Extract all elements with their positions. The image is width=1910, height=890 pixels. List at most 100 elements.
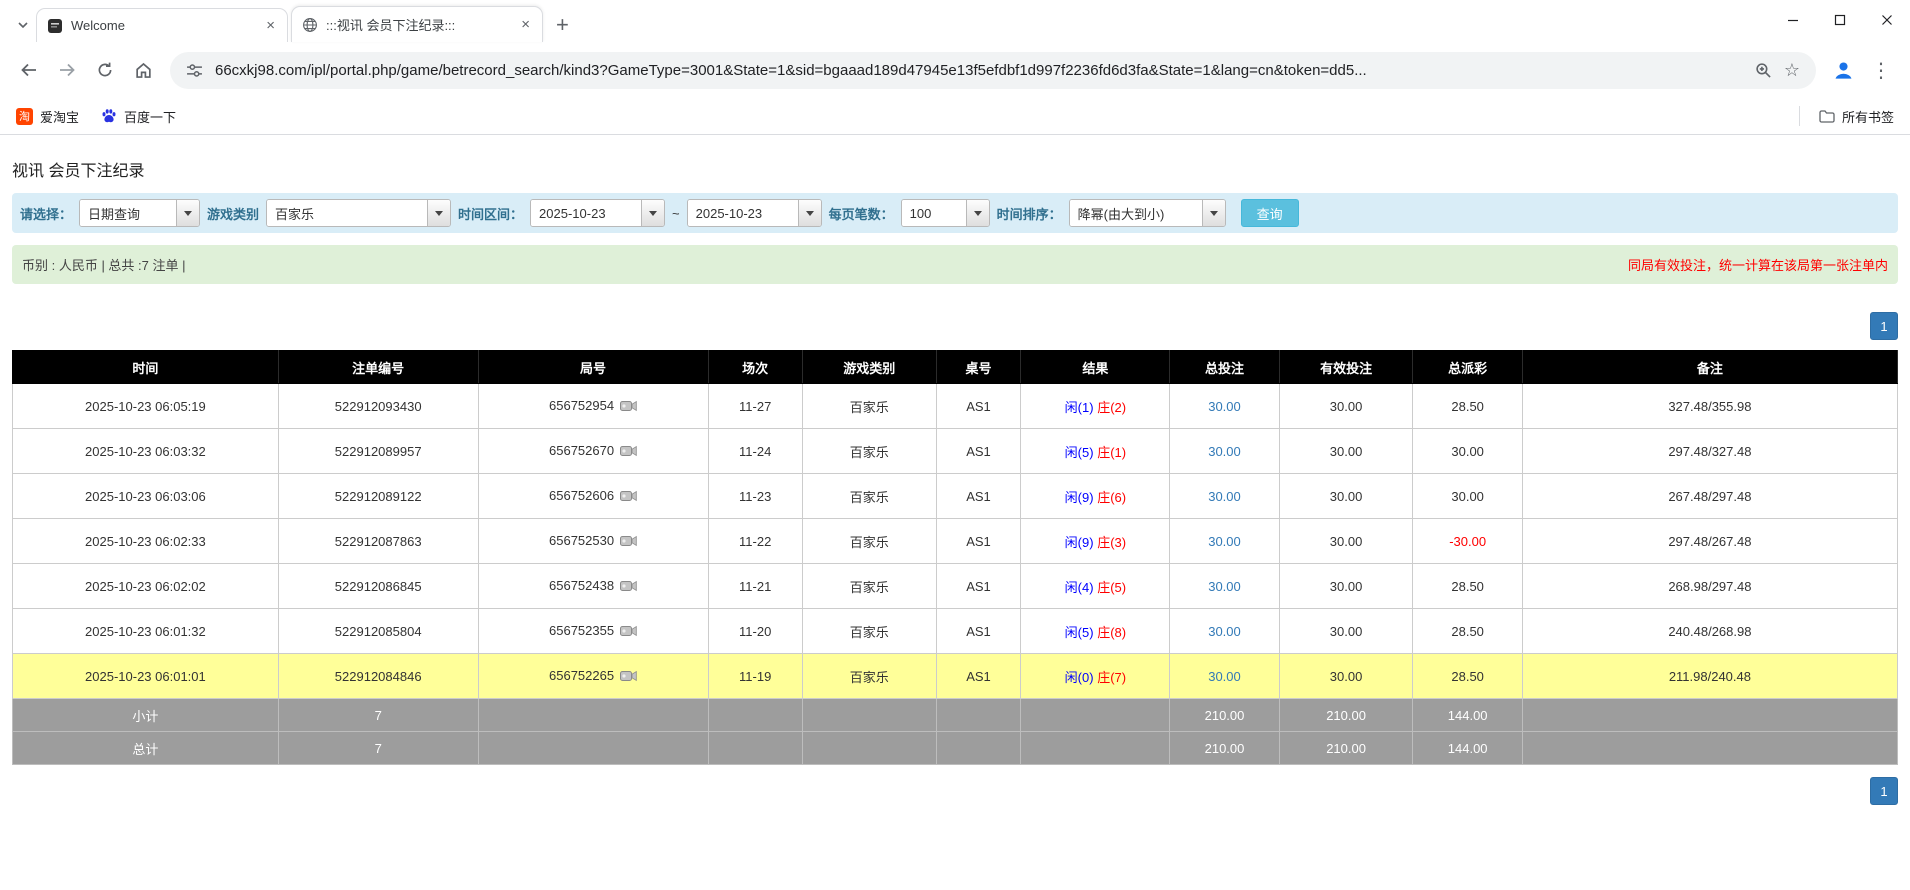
total-bet-link[interactable]: 30.00	[1208, 489, 1241, 504]
close-button[interactable]	[1863, 0, 1910, 40]
total-count: 7	[278, 732, 478, 765]
video-replay-icon[interactable]	[620, 445, 637, 460]
cell-note: 267.48/297.48	[1522, 474, 1897, 519]
cell-total-bet: 30.00	[1170, 429, 1279, 474]
video-replay-icon[interactable]	[620, 400, 637, 415]
total-bet-link[interactable]: 30.00	[1208, 579, 1241, 594]
date-to-dropdown-button[interactable]	[798, 200, 821, 226]
total-bet-link[interactable]: 30.00	[1208, 399, 1241, 414]
minimize-button[interactable]	[1769, 0, 1816, 40]
tab-betrecord[interactable]: :::视讯 会员下注纪录::: ×	[291, 6, 543, 42]
game-type-dropdown-button[interactable]	[427, 200, 450, 226]
address-bar[interactable]: 66cxkj98.com/ipl/portal.php/game/betreco…	[170, 52, 1816, 89]
chevron-down-icon	[1210, 211, 1218, 216]
cell-session: 11-20	[708, 609, 802, 654]
bookmark-baidu[interactable]: 百度一下	[101, 107, 176, 126]
result-banker: 庄(5)	[1097, 580, 1126, 595]
summary-empty-cell	[478, 699, 708, 732]
video-replay-icon[interactable]	[620, 625, 637, 640]
total-bet-link[interactable]: 30.00	[1208, 444, 1241, 459]
pagination-bottom: 1	[12, 777, 1898, 805]
cell-payout: 28.50	[1413, 609, 1522, 654]
page-button-1[interactable]: 1	[1870, 312, 1898, 340]
table-row: 2025-10-23 06:01:32522912085804656752355…	[13, 609, 1898, 654]
summary-empty-cell	[1522, 732, 1897, 765]
all-bookmarks-button[interactable]: 所有书签	[1799, 106, 1894, 126]
bookmark-taobao[interactable]: 淘 爱淘宝	[16, 107, 79, 126]
date-from-combobox	[530, 199, 665, 227]
cell-game-type: 百家乐	[802, 564, 936, 609]
page-button-1[interactable]: 1	[1870, 777, 1898, 805]
tab-close-icon[interactable]: ×	[519, 16, 532, 33]
date-to-input[interactable]	[688, 200, 798, 226]
sort-input[interactable]	[1070, 200, 1202, 226]
summary-empty-cell	[802, 732, 936, 765]
cell-valid-bet: 30.00	[1279, 519, 1413, 564]
browser-menu-icon[interactable]: ⋮	[1862, 51, 1900, 89]
bookmark-label: 爱淘宝	[40, 107, 79, 126]
zoom-icon[interactable]	[1755, 62, 1772, 79]
cell-session: 11-27	[708, 384, 802, 429]
table-header-row: 时间 注单编号 局号 场次 游戏类别 桌号 结果 总投注 有效投注 总派彩 备注	[13, 351, 1898, 384]
globe-favicon-icon	[302, 17, 318, 33]
maximize-button[interactable]	[1816, 0, 1863, 40]
cell-bet-id: 522912087863	[278, 519, 478, 564]
result-banker: 庄(8)	[1097, 625, 1126, 640]
cell-note: 268.98/297.48	[1522, 564, 1897, 609]
cell-valid-bet: 30.00	[1279, 654, 1413, 699]
result-player: 闲(5)	[1065, 445, 1094, 460]
back-button[interactable]	[10, 51, 48, 89]
table-row: 2025-10-23 06:02:02522912086845656752438…	[13, 564, 1898, 609]
new-tab-button[interactable]: +	[556, 14, 569, 36]
cell-round-id: 656752954	[478, 384, 708, 429]
currency-summary-text: 币别 : 人民币 | 总共 :7 注单 |	[22, 255, 186, 274]
cell-valid-bet: 30.00	[1279, 384, 1413, 429]
sort-dropdown-button[interactable]	[1202, 200, 1225, 226]
cell-game-type: 百家乐	[802, 429, 936, 474]
video-replay-icon[interactable]	[620, 580, 637, 595]
tab-welcome[interactable]: Welcome ×	[36, 8, 288, 42]
tab-search-chevron-icon[interactable]	[10, 8, 36, 42]
game-type-input[interactable]	[267, 200, 427, 226]
tab-bar: Welcome × :::视讯 会员下注纪录::: × +	[0, 0, 1910, 42]
cell-round-id: 656752438	[478, 564, 708, 609]
profile-avatar-icon[interactable]	[1824, 51, 1862, 89]
col-header-note: 备注	[1522, 351, 1897, 384]
video-replay-icon[interactable]	[620, 670, 637, 685]
query-type-dropdown-button[interactable]	[176, 200, 199, 226]
cell-payout: 28.50	[1413, 384, 1522, 429]
chevron-down-icon	[974, 211, 982, 216]
col-header-result: 结果	[1021, 351, 1170, 384]
date-from-input[interactable]	[531, 200, 641, 226]
video-replay-icon[interactable]	[620, 535, 637, 550]
result-banker: 庄(1)	[1097, 445, 1126, 460]
search-button[interactable]: 查询	[1241, 199, 1299, 227]
total-bet-link[interactable]: 30.00	[1208, 669, 1241, 684]
forward-button[interactable]	[48, 51, 86, 89]
home-button[interactable]	[124, 51, 162, 89]
cell-payout: -30.00	[1413, 519, 1522, 564]
result-banker: 庄(7)	[1097, 670, 1126, 685]
range-separator: ~	[672, 206, 680, 221]
cell-game-type: 百家乐	[802, 609, 936, 654]
page-size-input[interactable]	[902, 200, 966, 226]
subtotal-total-bet: 210.00	[1170, 699, 1279, 732]
col-header-total-bet: 总投注	[1170, 351, 1279, 384]
bookmark-star-icon[interactable]: ☆	[1784, 60, 1800, 81]
chevron-down-icon	[184, 211, 192, 216]
refresh-button[interactable]	[86, 51, 124, 89]
total-bet-link[interactable]: 30.00	[1208, 534, 1241, 549]
total-total-bet: 210.00	[1170, 732, 1279, 765]
query-type-input[interactable]	[80, 200, 176, 226]
result-player: 闲(5)	[1065, 625, 1094, 640]
page-size-dropdown-button[interactable]	[966, 200, 989, 226]
baidu-paw-favicon-icon	[101, 108, 117, 124]
cell-valid-bet: 30.00	[1279, 474, 1413, 519]
cell-result: 闲(9) 庄(3)	[1021, 519, 1170, 564]
total-bet-link[interactable]: 30.00	[1208, 624, 1241, 639]
site-settings-icon[interactable]	[186, 62, 203, 79]
date-from-dropdown-button[interactable]	[641, 200, 664, 226]
video-replay-icon[interactable]	[620, 490, 637, 505]
query-type-label: 请选择：	[20, 204, 72, 223]
tab-close-icon[interactable]: ×	[264, 17, 277, 34]
